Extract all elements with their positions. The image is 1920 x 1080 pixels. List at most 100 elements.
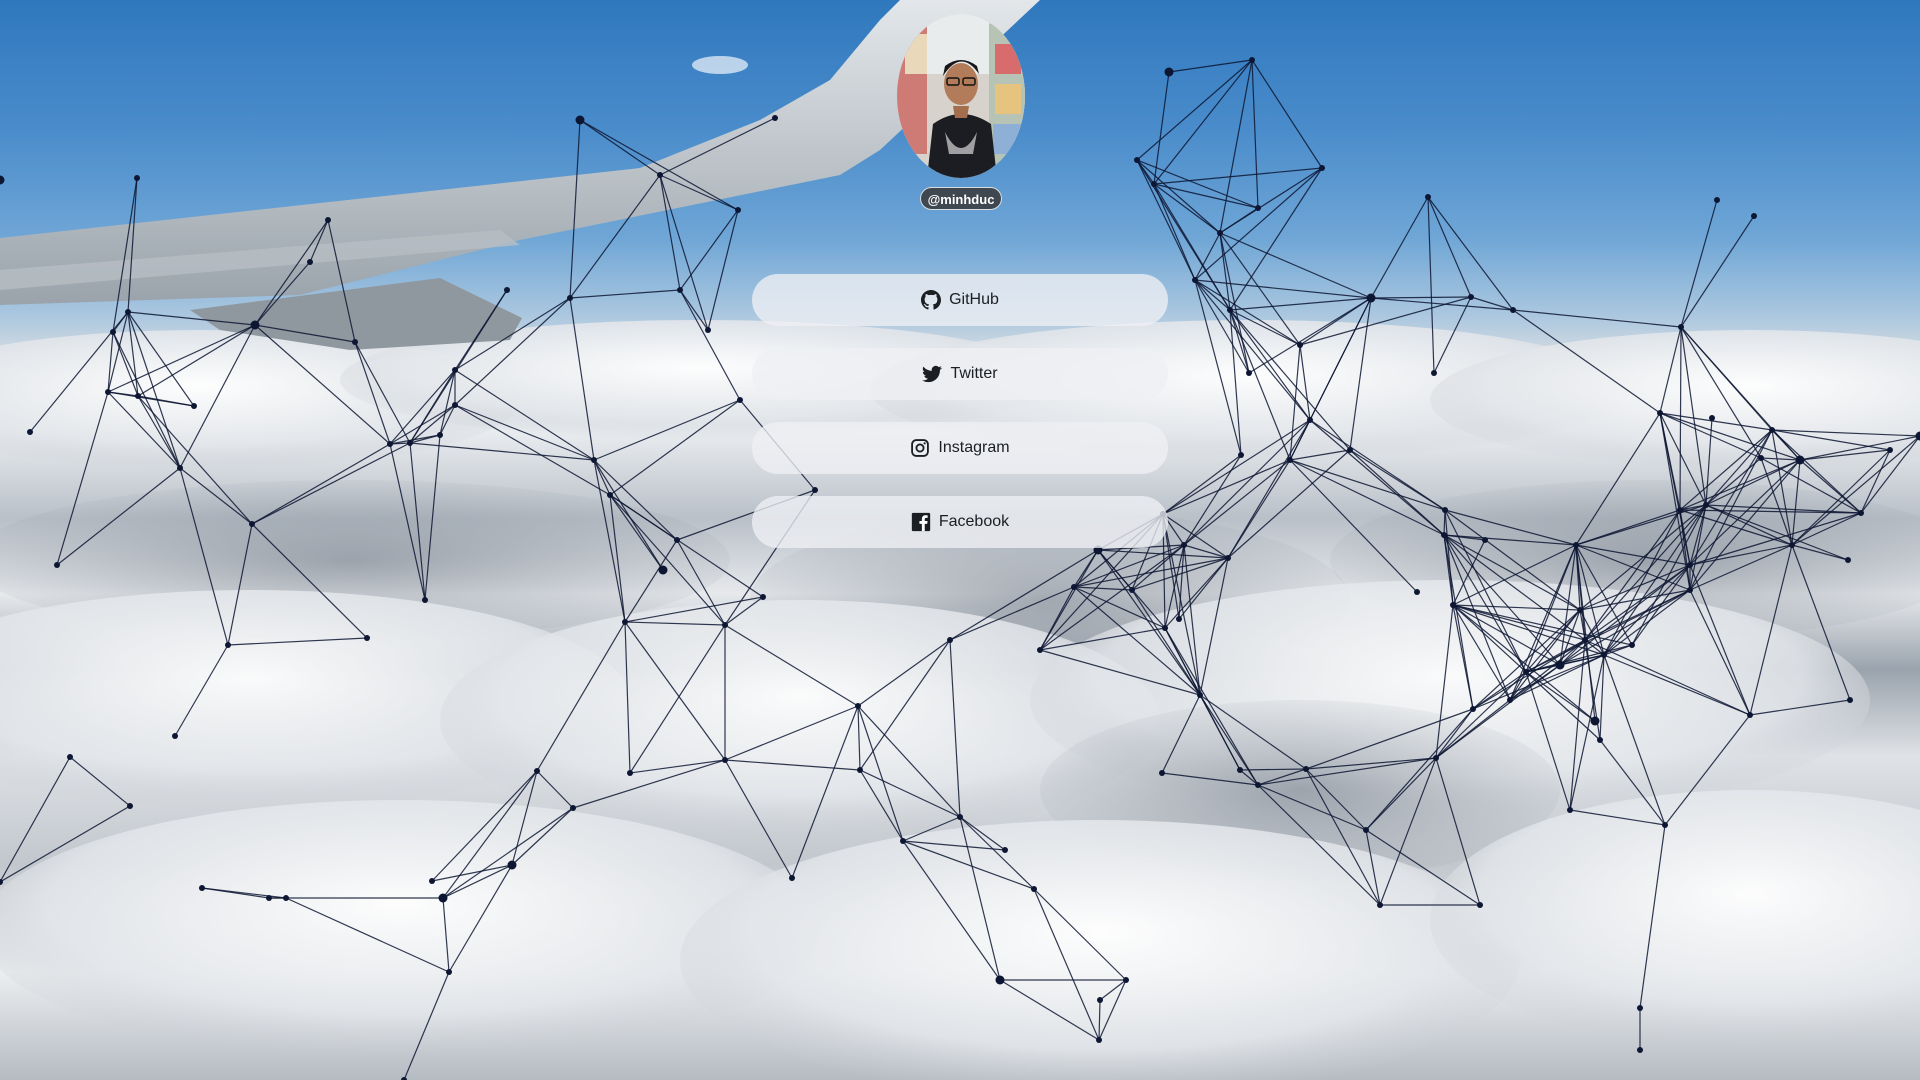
network-line — [1512, 309, 1661, 414]
network-line — [1680, 215, 1755, 328]
network-line — [1427, 196, 1435, 374]
github-link-button[interactable]: GitHub — [752, 274, 1168, 326]
network-node — [1071, 584, 1077, 590]
network-line — [902, 816, 961, 842]
facebook-link-button[interactable]: Facebook — [752, 496, 1168, 548]
network-node — [438, 893, 448, 903]
network-node — [1303, 766, 1309, 772]
network-line — [1705, 457, 1762, 506]
network-line — [254, 324, 356, 343]
network-line — [424, 434, 441, 601]
network-line — [439, 369, 456, 436]
network-line — [1199, 694, 1259, 786]
network-node — [1249, 57, 1255, 63]
twitter-link-label: Twitter — [950, 365, 998, 382]
network-line — [724, 624, 859, 707]
network-line — [1194, 279, 1301, 346]
network-node — [705, 327, 711, 333]
network-line — [1444, 509, 1527, 673]
network-line — [536, 621, 626, 772]
network-line — [1162, 459, 1291, 515]
network-line — [56, 391, 109, 566]
network-node — [957, 814, 963, 820]
network-node — [1582, 637, 1588, 643]
network-line — [127, 311, 256, 326]
network-node — [250, 320, 260, 330]
network-node — [27, 429, 33, 435]
network-node — [1678, 324, 1684, 330]
network-node — [0, 175, 5, 185]
network-line — [724, 705, 859, 761]
network-node — [1192, 277, 1198, 283]
network-node — [54, 562, 60, 568]
network-node — [1847, 697, 1853, 703]
network-node — [735, 207, 741, 213]
network-line — [1579, 504, 1707, 611]
network-line — [454, 297, 571, 406]
network-node — [283, 895, 289, 901]
network-line — [1659, 412, 1681, 511]
network-line — [254, 219, 329, 326]
network-node — [1637, 1047, 1643, 1053]
network-lines — [0, 59, 1920, 1080]
network-line — [1257, 784, 1381, 906]
network-line — [137, 395, 253, 525]
network-node — [607, 492, 613, 498]
network-node — [1567, 807, 1573, 813]
network-node — [1002, 847, 1008, 853]
network-line — [1289, 459, 1445, 536]
network-line — [1305, 768, 1381, 906]
network-line — [0, 756, 71, 883]
twitter-link-button[interactable]: Twitter — [752, 348, 1168, 400]
network-line — [1305, 768, 1367, 831]
network-line — [251, 523, 368, 639]
network-node — [900, 838, 906, 844]
network-node — [622, 619, 628, 625]
network-line — [857, 705, 961, 818]
network-node — [1858, 510, 1864, 516]
network-line — [254, 261, 311, 326]
network-line — [1162, 454, 1242, 515]
network-line — [624, 621, 726, 626]
network-line — [593, 399, 741, 461]
network-line — [1444, 509, 1581, 611]
network-node — [1450, 602, 1456, 608]
network-line — [1791, 544, 1851, 701]
network-node — [1573, 542, 1579, 548]
network-node — [1507, 697, 1513, 703]
network-line — [1164, 627, 1241, 771]
twitter-icon — [922, 364, 943, 384]
network-node — [325, 217, 331, 223]
network-node — [1129, 587, 1135, 593]
network-line — [659, 174, 709, 331]
network-line — [1512, 309, 1682, 328]
network-node — [567, 295, 573, 301]
network-node — [1134, 157, 1140, 163]
network-line — [679, 289, 709, 331]
network-node — [1637, 1005, 1643, 1011]
network-line — [251, 442, 411, 525]
network-line — [1664, 714, 1751, 826]
instagram-link-button[interactable]: Instagram — [752, 422, 1168, 474]
network-line — [659, 117, 776, 176]
network-line — [1639, 824, 1666, 1009]
network-line — [1164, 627, 1259, 786]
network-line — [1365, 757, 1437, 831]
network-line — [676, 539, 726, 626]
network-line — [1098, 999, 1101, 1041]
network-line — [442, 807, 574, 899]
network-line — [1603, 504, 1707, 656]
network-line — [1183, 459, 1291, 546]
network-line — [859, 639, 951, 771]
network-line — [1603, 589, 1691, 656]
network-line — [1073, 586, 1133, 591]
network-node — [1468, 294, 1474, 300]
network-node — [1197, 692, 1203, 698]
network-line — [1749, 544, 1793, 716]
network-line — [1599, 739, 1666, 826]
network-node — [1414, 589, 1420, 595]
network-line — [1229, 309, 1301, 346]
network-node — [1657, 410, 1663, 416]
network-line — [579, 119, 661, 176]
network-node — [1441, 532, 1447, 538]
